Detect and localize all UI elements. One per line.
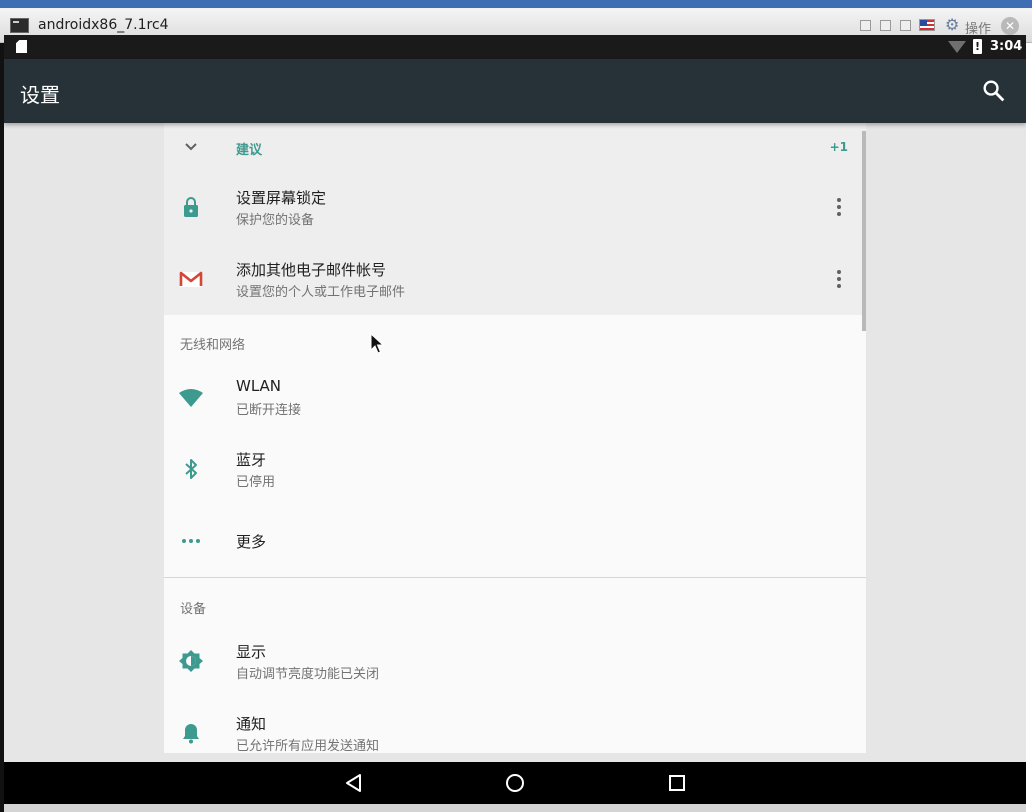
status-bar: 3:04 xyxy=(4,35,1026,59)
status-time: 3:04 xyxy=(990,39,1023,54)
setting-title: 蓝牙 xyxy=(236,451,267,469)
setting-display[interactable]: 显示 自动调节亮度功能已关闭 xyxy=(164,625,866,697)
suggestions-card: 建议 +1 设置屏幕锁定 保护您的设备 添加其他电子邮件帐号 设置您的个人或工作… xyxy=(164,123,866,315)
app-bar: 设置 xyxy=(4,59,1026,123)
more-vert-icon[interactable] xyxy=(836,267,842,291)
section-header-device: 设备 xyxy=(180,602,207,617)
battery-icon xyxy=(973,39,982,54)
setting-bluetooth[interactable]: 蓝牙 已停用 xyxy=(164,433,866,505)
page-title: 设置 xyxy=(20,83,60,107)
suggestion-screen-lock[interactable]: 设置屏幕锁定 保护您的设备 xyxy=(164,171,866,243)
lock-icon xyxy=(184,197,198,217)
mouse-cursor-icon xyxy=(370,333,384,354)
gear-icon[interactable]: ⚙ xyxy=(945,17,959,33)
more-vert-icon[interactable] xyxy=(836,195,842,219)
home-icon[interactable] xyxy=(504,772,526,794)
suggestion-title: 添加其他电子邮件帐号 xyxy=(236,261,387,279)
setting-wlan[interactable]: WLAN 已断开连接 xyxy=(164,361,866,433)
scrollbar[interactable] xyxy=(862,131,866,331)
back-icon[interactable] xyxy=(343,772,365,794)
chevron-down-icon xyxy=(185,143,197,151)
gmail-icon xyxy=(179,271,203,287)
setting-title: 显示 xyxy=(236,643,267,661)
keyboard-layout-flag-icon[interactable] xyxy=(919,19,935,31)
setting-subtitle: 已停用 xyxy=(236,475,276,490)
suggestion-title: 设置屏幕锁定 xyxy=(236,189,327,207)
bell-icon xyxy=(183,724,199,744)
setting-subtitle: 已允许所有应用发送通知 xyxy=(236,739,380,753)
suggestion-subtitle: 保护您的设备 xyxy=(236,213,315,228)
setting-title: 通知 xyxy=(236,715,267,733)
setting-subtitle: 已断开连接 xyxy=(236,403,302,418)
setting-more[interactable]: 更多 xyxy=(164,505,866,577)
fullscreen-icon[interactable] xyxy=(900,20,911,31)
setting-title: 更多 xyxy=(236,533,267,551)
window-title: androidx86_7.1rc4 xyxy=(38,17,169,33)
wifi-icon xyxy=(179,389,203,407)
suggestion-add-email[interactable]: 添加其他电子邮件帐号 设置您的个人或工作电子邮件 xyxy=(164,243,866,315)
sd-card-icon xyxy=(16,40,27,53)
recents-icon[interactable] xyxy=(666,772,688,794)
section-divider xyxy=(164,577,866,578)
setting-title: WLAN xyxy=(236,377,282,395)
suggestions-count: +1 xyxy=(829,140,848,154)
navigation-bar xyxy=(4,762,1026,804)
seamless-mode-icon[interactable] xyxy=(880,20,891,31)
suggestion-subtitle: 设置您的个人或工作电子邮件 xyxy=(236,285,406,300)
section-header-wireless: 无线和网络 xyxy=(180,338,246,353)
wifi-status-icon xyxy=(948,41,966,53)
suggestions-label: 建议 xyxy=(236,143,263,158)
more-horiz-icon xyxy=(182,539,200,543)
settings-list[interactable]: 建议 +1 设置屏幕锁定 保护您的设备 添加其他电子邮件帐号 设置您的个人或工作… xyxy=(164,123,866,753)
setting-subtitle: 自动调节亮度功能已关闭 xyxy=(236,667,380,682)
terminal-icon xyxy=(10,18,29,33)
setting-notifications[interactable]: 通知 已允许所有应用发送通知 xyxy=(164,697,866,753)
brightness-icon xyxy=(179,650,203,672)
suggestions-header[interactable]: 建议 +1 xyxy=(164,123,866,171)
bluetooth-icon xyxy=(185,459,197,479)
android-screen: 3:04 设置 建议 +1 设置屏幕锁定 xyxy=(4,35,1026,804)
view-mode-icon[interactable] xyxy=(860,20,871,31)
close-button[interactable]: ✕ xyxy=(1001,17,1019,35)
search-icon[interactable] xyxy=(980,77,1008,105)
background-edge xyxy=(1026,43,1032,812)
